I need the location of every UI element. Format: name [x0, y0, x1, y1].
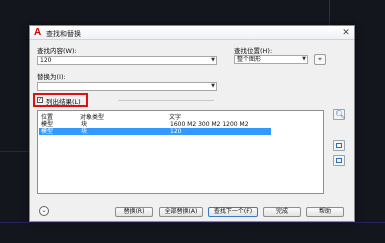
column-header-location[interactable]: 位置	[41, 112, 53, 121]
table-row-selected[interactable]: 模型 块 120	[39, 128, 271, 135]
select-objects-button[interactable]: ⌖	[314, 54, 326, 65]
done-button[interactable]: 完成	[263, 207, 301, 217]
canvas-line	[0, 151, 29, 152]
table-row[interactable]: 模型 块 1600 M2 300 M2 1200 M2	[39, 121, 271, 128]
chevron-down-icon[interactable]: ▼	[211, 57, 215, 64]
location-select[interactable]: 整个图形 ▼	[234, 55, 308, 64]
selection-set-icon	[336, 143, 342, 148]
replace-label: 替换为(I):	[37, 73, 66, 81]
zoom-to-button[interactable]: 🔍︎	[333, 109, 345, 120]
find-input[interactable]: 120 ▼	[37, 56, 217, 65]
column-header-type[interactable]: 对象类型	[80, 112, 104, 121]
row-type: 块	[81, 121, 88, 128]
export-report-icon	[336, 158, 342, 163]
location-label: 查找位置(H):	[234, 47, 273, 55]
find-next-button[interactable]: 查找下一个(F)	[208, 207, 258, 217]
row-type: 块	[81, 128, 88, 135]
list-results-label[interactable]: 列出结果(L)	[46, 96, 81, 106]
find-label: 查找内容(W):	[37, 47, 77, 55]
canvas-line	[0, 222, 385, 223]
dialog-title: 查找和替换	[46, 30, 81, 38]
help-button[interactable]: 帮助	[306, 207, 344, 217]
expand-options-icon[interactable]: ⌄	[39, 206, 49, 216]
list-results-checkbox[interactable]: ✓	[37, 97, 43, 103]
row-location: 模型	[41, 121, 54, 128]
row-location: 模型	[41, 128, 54, 135]
select-objects-icon: ⌖	[318, 55, 322, 63]
autocad-logo-icon: A	[34, 27, 42, 38]
location-value: 整个图形	[237, 56, 262, 63]
create-selection-button[interactable]	[333, 140, 345, 151]
row-text: 120	[170, 128, 182, 135]
replace-button[interactable]: 替换(R)	[115, 207, 153, 217]
chevron-down-icon[interactable]: ▼	[211, 83, 215, 90]
column-header-text[interactable]: 文字	[169, 112, 181, 121]
close-button[interactable]: ✕	[341, 28, 351, 38]
title-bar[interactable]: A 查找和替换 ✕	[30, 26, 354, 40]
canvas-line	[329, 0, 330, 25]
export-report-button[interactable]	[333, 155, 345, 166]
find-value: 120	[40, 57, 52, 64]
separator	[118, 100, 214, 101]
chevron-down-icon[interactable]: ▼	[302, 56, 306, 63]
replace-input[interactable]: ▼	[37, 82, 217, 91]
replace-all-button[interactable]: 全部替换(A)	[159, 207, 203, 217]
zoom-to-icon: 🔍︎	[335, 110, 346, 119]
row-text: 1600 M2 300 M2 1200 M2	[170, 121, 249, 128]
results-table[interactable]: 位置 对象类型 文字 模型 块 1600 M2 300 M2 1200 M2 模…	[37, 110, 324, 194]
